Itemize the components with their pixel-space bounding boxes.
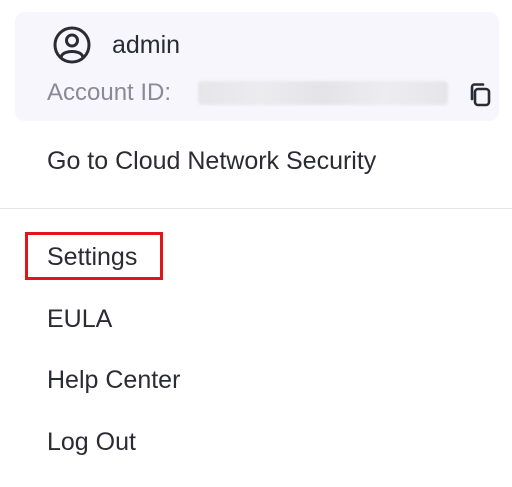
copy-icon[interactable] <box>467 81 495 109</box>
menu-item-settings[interactable]: Settings <box>47 241 137 273</box>
menu-item-help-center[interactable]: Help Center <box>47 364 180 396</box>
menu-item-cloud-network-security[interactable]: Go to Cloud Network Security <box>47 145 376 177</box>
account-username: admin <box>112 31 181 59</box>
menu-divider <box>0 208 512 209</box>
account-id-label: Account ID: <box>47 79 172 106</box>
account-card: admin Account ID: <box>15 12 499 121</box>
account-id-value-redacted <box>198 81 448 105</box>
menu-item-eula[interactable]: EULA <box>47 303 112 335</box>
user-circle-icon <box>52 25 92 65</box>
menu-item-log-out[interactable]: Log Out <box>47 426 136 458</box>
